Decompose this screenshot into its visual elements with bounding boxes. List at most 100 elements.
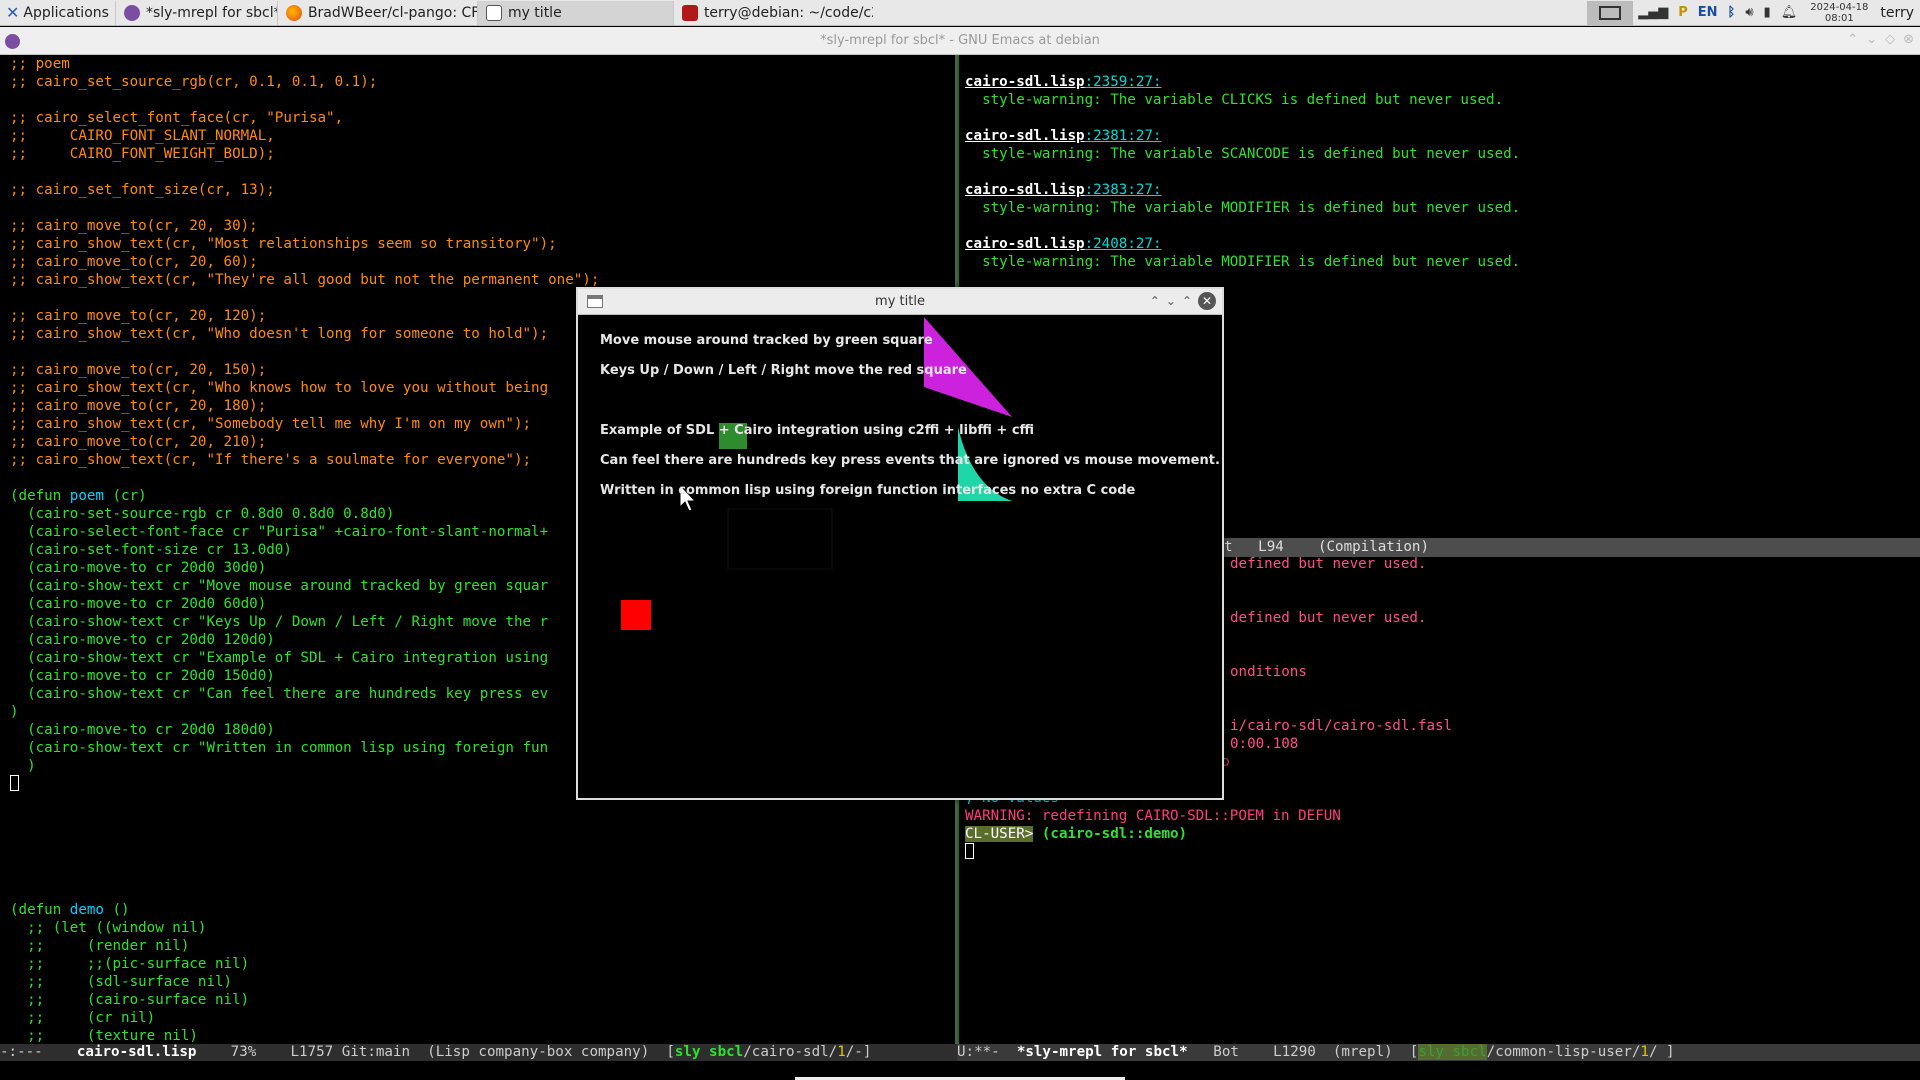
text-cursor: [965, 843, 974, 859]
clock-date: 2024-04-18: [1810, 1, 1869, 13]
firefox-icon: [285, 4, 302, 21]
close-icon[interactable]: ✕: [1198, 292, 1216, 310]
minimize-icon[interactable]: ⌄: [1866, 32, 1877, 47]
ml-branch: Git:main: [341, 1044, 411, 1060]
warning-col[interactable]: 27:: [1136, 182, 1162, 198]
repl-line: [965, 843, 1920, 861]
shade-icon[interactable]: ⌃: [1150, 294, 1160, 308]
notification-bell-icon[interactable]: 🔔︎: [1776, 5, 1803, 20]
maximize-icon[interactable]: ⌃: [1182, 294, 1192, 308]
language-indicator[interactable]: EN: [1693, 5, 1723, 20]
code-text: (cairo-set-font-size cr 13.0d0): [10, 542, 292, 558]
network-signal-icon[interactable]: ▂▄▆: [1633, 5, 1673, 20]
shade-icon[interactable]: ⌃: [1847, 32, 1858, 47]
warning-file-link[interactable]: cairo-sdl.lisp: [965, 182, 1085, 198]
ml-num: 1: [1640, 1044, 1649, 1060]
xfce-logo-icon: ✕: [6, 3, 20, 22]
task-firefox[interactable]: BradWBeer/cl-pango: CFF...: [276, 0, 477, 25]
red-square: [621, 600, 651, 630]
warning-location[interactable]: cairo-sdl.lisp:2381:27:: [965, 127, 1920, 145]
code-line: ;; ;;(pic-surface nil): [10, 955, 955, 973]
warning-file-link[interactable]: cairo-sdl.lisp: [965, 236, 1085, 252]
warning-col[interactable]: 27:: [1136, 74, 1162, 90]
sdl-titlebar[interactable]: my title ⌃ ⌄ ⌃ ✕: [578, 289, 1222, 315]
code-text: ): [10, 704, 19, 720]
ml-num: 1: [837, 1044, 846, 1060]
window-icon: [485, 4, 502, 21]
code-text: (cairo-move-to cr 20d0 30d0): [10, 560, 267, 576]
warning-line[interactable]: 2381: [1093, 128, 1127, 144]
warning-colon: :: [1084, 236, 1094, 252]
warning-line[interactable]: 2408: [1093, 236, 1127, 252]
code-text: ;; poem: [10, 56, 70, 72]
code-line: ;; CAIRO_FONT_WEIGHT_BOLD);: [10, 145, 955, 163]
code-text: (cairo-move-to cr 20d0 60d0): [10, 596, 267, 612]
task-my-title[interactable]: my title: [476, 0, 673, 25]
workspace-icon: [1599, 5, 1622, 20]
code-text: ;; cairo_show_text(cr, "Somebody tell me…: [10, 416, 532, 432]
code-line: ;; cairo_set_font_size(cr, 13);: [10, 181, 955, 199]
ml-suffix: /-]: [845, 1044, 872, 1060]
warning-file-link[interactable]: cairo-sdl.lisp: [965, 128, 1085, 144]
code-line: ;; (cairo-surface nil): [10, 991, 955, 1009]
close-icon[interactable]: ⊗: [1903, 32, 1914, 47]
minimize-icon[interactable]: ⌄: [1166, 294, 1176, 308]
warning-colon: :: [1084, 74, 1094, 90]
warning-line[interactable]: 2359: [1093, 74, 1127, 90]
clock[interactable]: 2024-04-18 08:01: [1802, 2, 1876, 24]
poem-line-4: Can feel there are hundreds key press ev…: [600, 453, 1220, 468]
warning-location[interactable]: cairo-sdl.lisp:2359:27:: [965, 73, 1920, 91]
pidgin-icon[interactable]: P: [1673, 5, 1693, 20]
task-label: BradWBeer/cl-pango: CFF...: [307, 4, 477, 21]
code-text: (cairo-set-source-rgb cr 0.8d0 0.8d0 0.8…: [10, 506, 395, 522]
task-label: terry@debian: ~/code/c2ffi: [703, 4, 873, 21]
applications-menu[interactable]: ✕ Applications: [0, 0, 115, 26]
code-text: ;; cairo_move_to(cr, 20, 180);: [10, 398, 267, 414]
maximize-icon[interactable]: ◇: [1885, 32, 1895, 47]
ml-percent: 73%: [230, 1044, 257, 1060]
desktop-switcher[interactable]: [1587, 0, 1634, 25]
warning-colon: :: [1127, 182, 1136, 198]
emacs-icon: [123, 4, 140, 21]
warning-line[interactable]: 2383: [1093, 182, 1127, 198]
user-menu[interactable]: terry: [1876, 5, 1920, 21]
code-text: ;; (let ((window nil): [10, 920, 207, 936]
repl-output: 0:00.108: [1230, 736, 1299, 752]
repl-output: WARNING: redefining CAIRO-SDL::POEM in D…: [965, 808, 1341, 824]
task-emacs[interactable]: *sly-mrepl for sbcl* - GNU...: [114, 0, 277, 25]
bluetooth-icon[interactable]: ᛒ: [1723, 5, 1741, 20]
ml-path: /common-lisp-user/: [1486, 1044, 1641, 1060]
code-text: ;; cairo_move_to(cr, 20, 210);: [10, 434, 267, 450]
ml-pos: Bot: [1213, 1044, 1239, 1060]
code-line: (defun demo (): [10, 901, 955, 919]
ml-state: U:**-: [957, 1044, 1000, 1060]
warning-file-link[interactable]: cairo-sdl.lisp: [965, 74, 1085, 90]
battery-icon[interactable]: ▮: [1759, 5, 1776, 20]
emacs-titlebar: *sly-mrepl for sbcl* - GNU Emacs at debi…: [0, 27, 1920, 55]
warning-message: style-warning: The variable MODIFIER is …: [965, 200, 1521, 216]
volume-icon[interactable]: 🔊︎: [1740, 5, 1758, 20]
warning-col[interactable]: 27:: [1136, 236, 1162, 252]
defun-keyword: (defun: [10, 488, 70, 504]
code-text: (cairo-show-text cr "Example of SDL + Ca…: [10, 650, 549, 666]
code-text: (cairo-show-text cr "Keys Up / Down / Le…: [10, 614, 549, 630]
warning-message-line: style-warning: The variable MODIFIER is …: [965, 253, 1920, 271]
warning-location[interactable]: cairo-sdl.lisp:2408:27:: [965, 235, 1920, 253]
ml-line: L1290: [1273, 1044, 1316, 1060]
task-terminal[interactable]: terry@debian: ~/code/c2ffi: [672, 0, 873, 25]
sdl-window[interactable]: my title ⌃ ⌄ ⌃ ✕ Move mouse around track…: [576, 287, 1224, 800]
window-title: *sly-mrepl for sbcl* - GNU Emacs at debi…: [820, 33, 1100, 48]
ml-sly-prefix: [: [666, 1044, 675, 1060]
code-text: ;; ;;(pic-surface nil): [10, 956, 250, 972]
code-text: ;; cairo_select_font_face(cr, "Purisa",: [10, 110, 344, 126]
sdl-canvas[interactable]: Move mouse around tracked by green squar…: [580, 317, 1220, 797]
warning-location[interactable]: cairo-sdl.lisp:2383:27:: [965, 181, 1920, 199]
code-text: ;; (render nil): [10, 938, 190, 954]
warning-col[interactable]: 27:: [1136, 128, 1162, 144]
task-label: *sly-mrepl for sbcl* - GNU...: [145, 4, 277, 21]
taskbar: ✕ Applications *sly-mrepl for sbcl* - GN…: [0, 0, 1920, 26]
